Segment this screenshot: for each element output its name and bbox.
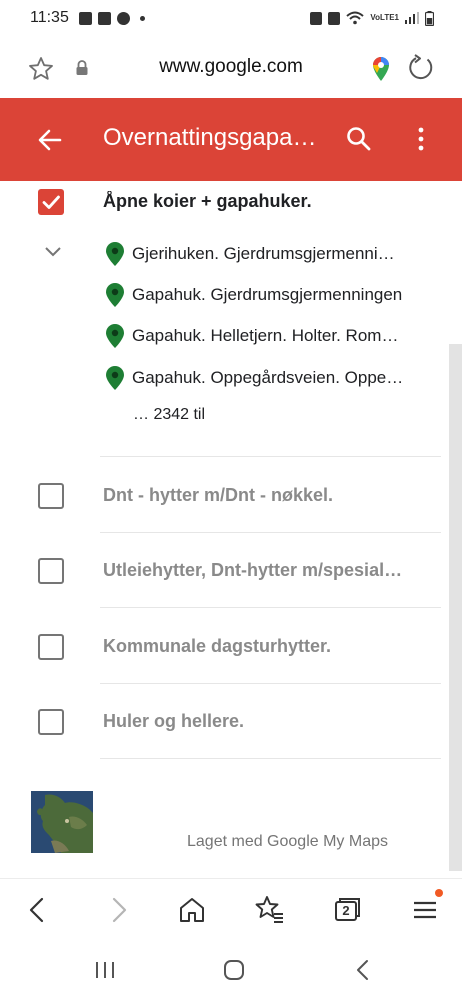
layer-checkbox[interactable] <box>38 709 64 735</box>
scrollbar[interactable] <box>449 344 462 871</box>
layer-title[interactable]: Kommunale dagsturhytter. <box>103 636 403 657</box>
volte-label: VoLTE1 <box>370 13 399 22</box>
bookmarks-icon[interactable] <box>252 893 286 927</box>
layer-title[interactable]: Åpne koier + gapahuker. <box>103 191 403 212</box>
tabs-count: 2 <box>342 903 350 918</box>
messenger-notification-icon <box>116 11 130 25</box>
system-home-icon[interactable] <box>221 957 247 983</box>
browser-back-icon[interactable] <box>21 893 55 927</box>
facebook-notification-icon <box>78 11 92 25</box>
layer-title[interactable]: Huler og hellere. <box>103 711 403 732</box>
tabs-button[interactable]: 2 <box>330 893 364 927</box>
browser-bottom-nav: 2 <box>0 878 462 940</box>
app-bar: Overnattingsgapahuker <box>0 98 462 181</box>
chevron-down-icon[interactable] <box>42 245 64 259</box>
url-text[interactable]: www.google.com <box>0 56 462 78</box>
divider <box>100 456 441 457</box>
signal-icon <box>405 12 419 24</box>
map-thumbnail[interactable] <box>31 791 93 853</box>
layer-title[interactable]: Utleiehytter, Dnt-hytter m/spesialnøkkel… <box>103 560 403 581</box>
map-pin-icon <box>106 324 124 348</box>
place-item[interactable]: Gapahuk. Helletjern. Holter. Romerike <box>105 323 405 353</box>
checkmark-icon <box>42 195 60 209</box>
status-bar: 11:35 VoLTE1 <box>0 0 462 36</box>
more-places-link[interactable]: … 2342 til <box>133 406 205 424</box>
map-pin-icon <box>106 366 124 390</box>
more-notifications-icon <box>139 15 145 21</box>
divider <box>100 758 441 759</box>
browser-forward-icon[interactable] <box>101 893 135 927</box>
map-title: Overnattingsgapahuker <box>103 124 328 151</box>
search-icon[interactable] <box>344 124 374 154</box>
layer-checkbox[interactable] <box>38 483 64 509</box>
recent-apps-icon[interactable] <box>92 957 118 983</box>
browser-address-bar: www.google.com <box>0 36 462 98</box>
map-pin-icon <box>106 283 124 307</box>
place-name: Gapahuk. Helletjern. Holter. Romerike <box>132 326 404 345</box>
notification-dot <box>435 889 443 897</box>
divider <box>100 683 441 684</box>
layer-title[interactable]: Dnt - hytter m/Dnt - nøkkel. <box>103 485 403 506</box>
made-with-credit[interactable]: Laget med Google My Maps <box>187 833 388 851</box>
gallery-notification-icon <box>97 11 111 25</box>
more-vert-icon[interactable] <box>406 124 436 154</box>
wifi-icon <box>346 11 365 25</box>
layer-list: Åpne koier + gapahuker. Gjerihuken. Gjer… <box>0 181 462 878</box>
place-name: Gjerihuken. Gjerdrumsgjermenningen <box>132 244 404 263</box>
divider <box>100 607 441 608</box>
system-nav-bar <box>0 940 462 1000</box>
place-item[interactable]: Gapahuk. Gjerdrumsgjermenningen <box>105 282 405 312</box>
hamburger-menu-icon <box>414 901 436 919</box>
back-arrow-icon[interactable] <box>34 124 66 156</box>
place-name: Gapahuk. Gjerdrumsgjermenningen <box>132 285 403 304</box>
menu-button[interactable] <box>408 889 443 927</box>
place-item[interactable]: Gapahuk. Oppegårdsveien. Oppegård <box>105 365 405 395</box>
divider <box>100 532 441 533</box>
system-back-icon[interactable] <box>350 957 376 983</box>
status-time: 11:35 <box>30 9 69 26</box>
google-maps-icon[interactable] <box>372 56 390 82</box>
layer-open-shelters: Åpne koier + gapahuker. Gjerihuken. Gjer… <box>0 181 446 456</box>
layer-checkbox-checked[interactable] <box>38 189 64 215</box>
place-item[interactable]: Gjerihuken. Gjerdrumsgjermenningen <box>105 241 405 271</box>
layer-checkbox[interactable] <box>38 634 64 660</box>
layer-checkbox[interactable] <box>38 558 64 584</box>
map-pin-icon <box>106 242 124 266</box>
mute-icon <box>328 11 341 25</box>
alarm-icon <box>310 11 323 25</box>
battery-icon <box>425 10 434 26</box>
place-name: Gapahuk. Oppegårdsveien. Oppegård <box>132 368 404 387</box>
home-icon[interactable] <box>175 893 209 927</box>
reload-icon[interactable] <box>407 54 435 82</box>
